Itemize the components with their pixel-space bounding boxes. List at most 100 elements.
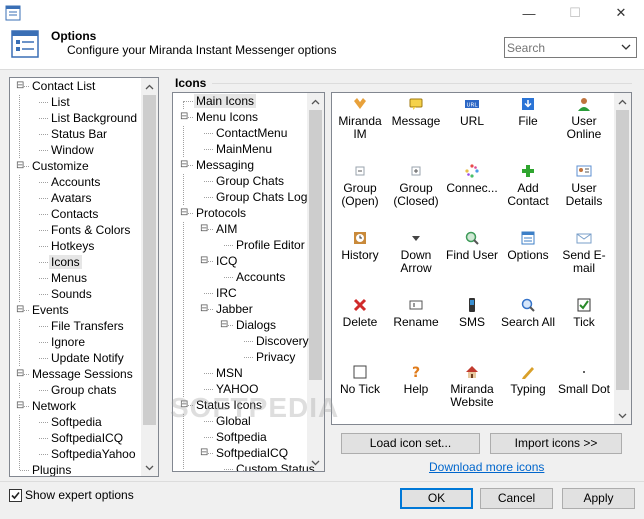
tree-item[interactable]: Plugins [20,462,73,476]
scroll-thumb[interactable] [616,110,629,390]
icon-cell[interactable]: ? Help [388,364,444,396]
search-input[interactable] [507,39,615,56]
tree-item[interactable]: ⊟ Dialogs [220,317,278,333]
icon-cell[interactable]: History [332,230,388,262]
load-icon-set-button[interactable]: Load icon set... [341,433,480,454]
tree-item[interactable]: List Background [39,110,139,126]
tree-item[interactable]: MainMenu [204,141,274,157]
icon-cell[interactable]: File [500,96,556,128]
tree-item[interactable]: Softpedia [204,429,269,445]
icon-cell[interactable]: SMS [444,297,500,329]
scroll-up-icon[interactable] [307,93,324,110]
scroll-thumb[interactable] [309,110,322,380]
tree-item[interactable]: Update Notify [39,350,126,366]
tree-item[interactable]: IRC [204,285,239,301]
tree-item[interactable]: SoftpediaICQ [39,430,125,446]
tree-item[interactable]: ⊟ SoftpediaICQ [200,445,290,461]
collapse-toggle-icon[interactable]: ⊟ [200,253,209,269]
tree-item[interactable]: Accounts [224,269,287,285]
tree-item[interactable]: Status Bar [39,126,109,142]
collapse-toggle-icon[interactable]: ⊟ [220,317,229,333]
tree-item[interactable]: Group chats [39,382,118,398]
tree-item[interactable]: Group Chats Log [204,189,309,205]
collapse-toggle-icon[interactable]: ⊟ [16,366,25,382]
icon-cell[interactable]: Options [500,230,556,262]
icon-cell[interactable]: Find User [444,230,500,262]
icon-cell[interactable]: Rename [388,297,444,329]
icon-cell[interactable]: Message [388,96,444,128]
tree-item[interactable]: Contacts [39,206,100,222]
collapse-toggle-icon[interactable]: ⊟ [200,221,209,237]
tree-item[interactable]: ⊟ Protocols [180,205,248,221]
icon-cell[interactable]: Connec... [444,163,500,195]
icon-cell[interactable]: Group (Closed) [388,163,444,208]
tree-item[interactable]: Ignore [39,334,87,350]
icon-cell[interactable]: Down Arrow [388,230,444,275]
collapse-toggle-icon[interactable]: ⊟ [200,445,209,461]
icon-cell[interactable]: Miranda Website [444,364,500,409]
tree-item[interactable]: Accounts [39,174,102,190]
collapse-toggle-icon[interactable]: ⊟ [180,157,189,173]
tree-item[interactable]: Avatars [39,190,93,206]
tree-item[interactable]: Main Icons [184,93,257,109]
tree-item[interactable]: Profile Editor [224,237,307,253]
tree-item[interactable]: File Transfers [39,318,126,334]
search-combobox[interactable] [504,37,637,58]
icon-cell[interactable]: Miranda IM [332,96,388,141]
scroll-up-icon[interactable] [141,78,158,95]
tree-item[interactable]: Privacy [244,349,297,365]
apply-button[interactable]: Apply [562,488,635,509]
tree-item[interactable]: SoftpediaYahoo [39,446,138,462]
collapse-toggle-icon[interactable]: ⊟ [200,301,209,317]
close-button[interactable]: ✕ [598,0,644,26]
tree-item[interactable]: ⊟ ICQ [200,253,239,269]
options-tree[interactable]: ⊟ Contact List List List Background Status B… [9,77,159,477]
icon-cell[interactable]: User Online [556,96,612,141]
maximize-button[interactable]: ☐ [552,0,598,26]
tree-item[interactable]: ⊟ Menu Icons [180,109,260,125]
tree-item[interactable]: ⊟ Message Sessions [16,366,135,382]
tree-item[interactable]: ⊟ Contact List [16,78,97,94]
icon-cell[interactable]: No Tick [332,364,388,396]
chevron-down-icon[interactable] [620,41,632,53]
ok-button[interactable]: OK [400,488,473,509]
collapse-toggle-icon[interactable]: ⊟ [180,205,189,221]
icon-grid-scrollbar[interactable] [614,93,631,424]
icon-cell[interactable]: URL URL [444,96,500,128]
icon-cell[interactable]: Group (Open) [332,163,388,208]
tree-item[interactable]: Group Chats [204,173,286,189]
tree-item[interactable]: ⊟ Network [16,398,78,414]
icon-cell[interactable]: Search All [500,297,556,329]
tree-item[interactable]: ⊟ AIM [200,221,239,237]
tree-item[interactable]: Discovery [244,333,311,349]
tree-item[interactable]: Menus [39,270,89,286]
icon-cell[interactable]: Tick [556,297,612,329]
scroll-up-icon[interactable] [614,93,631,110]
collapse-toggle-icon[interactable]: ⊟ [16,398,25,414]
tree-item[interactable]: List [39,94,72,110]
tree-item[interactable]: Hotkeys [39,238,96,254]
scroll-thumb[interactable] [143,95,156,425]
collapse-toggle-icon[interactable]: ⊟ [16,78,25,94]
tree-item[interactable]: ⊟ Customize [16,158,91,174]
download-more-icons-link[interactable]: Download more icons [429,460,544,474]
tree-item[interactable]: ⊟ Messaging [180,157,256,173]
import-icons-button[interactable]: Import icons >> [490,433,622,454]
scroll-down-icon[interactable] [614,407,631,424]
scroll-down-icon[interactable] [141,459,158,476]
icon-cell[interactable]: Delete [332,297,388,329]
icon-grid[interactable]: Miranda IM Message URL URL File User Online Gr… [331,92,632,425]
options-tree-scrollbar[interactable] [141,78,158,476]
collapse-toggle-icon[interactable]: ⊟ [16,158,25,174]
tree-item[interactable]: Icons [39,254,82,270]
icon-cell[interactable]: Small Dot [556,364,612,396]
tree-item[interactable]: MSN [204,365,245,381]
tree-item[interactable]: Window [39,142,96,158]
collapse-toggle-icon[interactable]: ⊟ [180,109,189,125]
icon-cell[interactable]: Send E-mail [556,230,612,275]
tree-item[interactable]: Sounds [39,286,94,302]
tree-item[interactable]: ContactMenu [204,125,289,141]
cancel-button[interactable]: Cancel [480,488,553,509]
icon-cell[interactable]: Typing [500,364,556,396]
show-expert-checkbox[interactable] [9,489,22,502]
